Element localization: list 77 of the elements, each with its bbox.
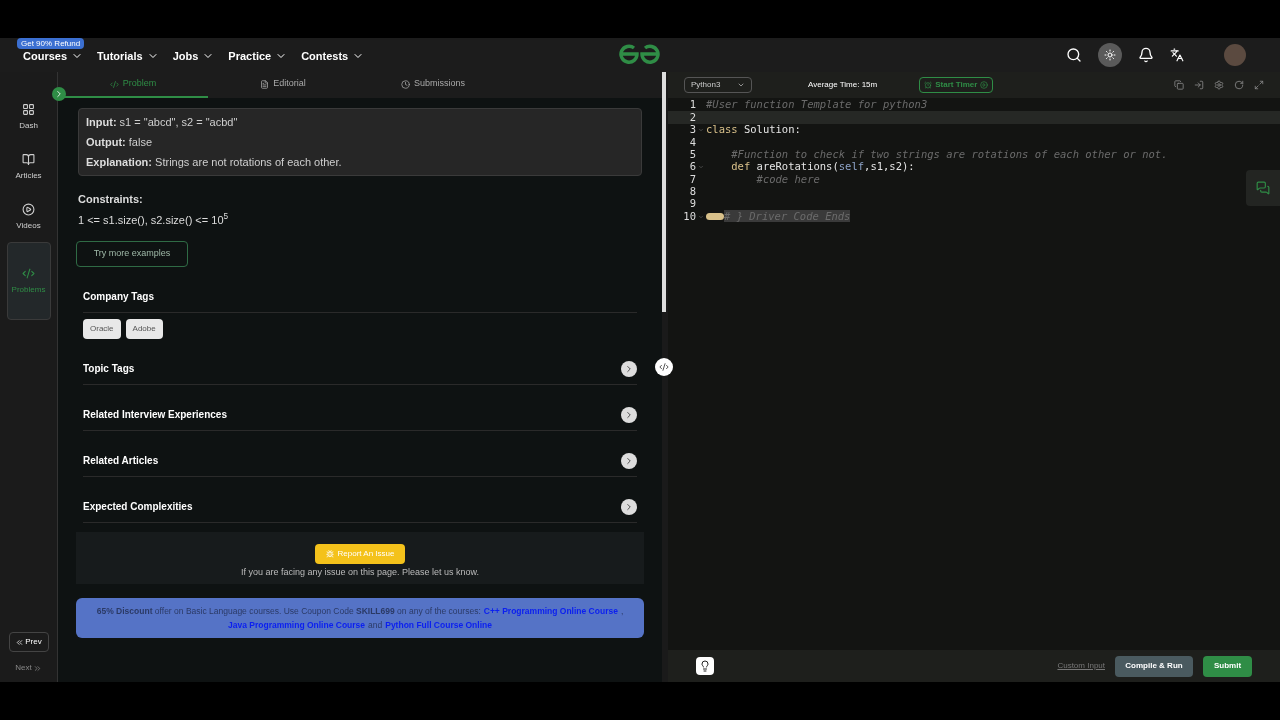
average-time: Average Time: 15m <box>808 79 878 91</box>
code-line: def areRotations(self,s1,s2): <box>730 160 915 175</box>
bell-icon[interactable] <box>1138 47 1154 63</box>
settings-icon[interactable] <box>1214 80 1224 90</box>
double-chevron-icon <box>32 663 42 673</box>
theme-toggle[interactable] <box>1098 43 1122 67</box>
compile-run-button[interactable]: Compile & Run <box>1115 655 1193 677</box>
sidebar-item[interactable]: Articles <box>6 142 51 192</box>
constraints-title: Constraints: <box>78 192 144 207</box>
code-icon <box>22 266 35 280</box>
sidebar-item[interactable]: Problems <box>6 242 51 320</box>
clock-icon <box>401 79 410 89</box>
alarm-clock-icon <box>924 81 933 89</box>
example-line: Input: s1 = "abcd", s2 = "acbd" <box>86 115 239 129</box>
line-number: 8 <box>688 184 696 199</box>
code-icon <box>659 362 669 372</box>
try-more-button[interactable]: Try more examples <box>76 241 188 267</box>
double-chevron-icon <box>15 637 25 647</box>
tab[interactable]: Problem <box>58 72 208 98</box>
refund-badge[interactable]: Get 90% Refund <box>17 38 85 49</box>
nav-menu[interactable]: Tutorials <box>97 47 159 65</box>
lightbulb-icon <box>699 660 711 672</box>
chat-button[interactable] <box>1246 170 1280 206</box>
accordion-header[interactable]: Topic Tags <box>83 357 637 385</box>
book-icon <box>22 152 35 166</box>
logo-icon[interactable] <box>618 44 661 65</box>
fold-marker-icon[interactable] <box>706 213 724 221</box>
promo-text: , <box>620 604 624 618</box>
copy-icon[interactable] <box>1174 80 1184 90</box>
play-icon <box>980 81 989 89</box>
promo-text: and <box>368 618 383 632</box>
chat-icon <box>1256 181 1270 195</box>
avatar[interactable] <box>1224 44 1246 66</box>
section-title: Company Tags <box>83 289 637 313</box>
caret-icon <box>737 81 745 89</box>
next-button[interactable]: Next <box>15 662 42 674</box>
sidebar-item[interactable]: Videos <box>6 192 51 242</box>
fullscreen-icon[interactable] <box>1254 80 1264 90</box>
hint-button[interactable] <box>696 657 714 675</box>
example-line: Output: false <box>86 135 153 149</box>
nav-menu[interactable]: Practice <box>228 47 288 65</box>
tab[interactable]: Submissions <box>358 72 508 98</box>
nav-menu[interactable]: Jobs <box>172 47 215 65</box>
company-tag[interactable]: Oracle <box>83 319 121 339</box>
code-line: #Function to check if two strings are rotations of each other or not. <box>730 146 1168 162</box>
accordion-header[interactable]: Related Interview Experiences <box>83 403 637 431</box>
example-line: Explanation: Strings are not rotations of each other. <box>86 155 343 169</box>
promo-text: 65% Discount offer on Basic Language courses. Use Coupon Code SKILL699 on any of the courses: <box>96 604 481 618</box>
code-line: #User function Template for python3 <box>706 97 928 113</box>
sun-icon <box>1104 49 1116 61</box>
dashboard-icon <box>22 102 35 116</box>
start-timer-button[interactable]: Start Timer <box>919 77 994 93</box>
nav-menu[interactable]: Contests <box>301 47 365 65</box>
expand-toggle[interactable] <box>52 87 66 101</box>
code-line: class Solution: <box>706 122 801 138</box>
search-icon[interactable] <box>1066 47 1082 63</box>
import-icon[interactable] <box>1194 80 1204 90</box>
chevron-icon <box>54 89 64 99</box>
submit-button[interactable]: Submit <box>1203 655 1252 677</box>
bug-icon <box>325 550 334 558</box>
prev-button[interactable]: Prev <box>8 632 49 652</box>
sidebar-item[interactable]: Dash <box>6 92 51 142</box>
translate-icon[interactable] <box>1170 48 1184 62</box>
company-tag[interactable]: Adobe <box>125 319 163 339</box>
play-icon <box>22 202 35 216</box>
report-text: If you are facing any issue on this page. Please let us know. <box>240 566 480 579</box>
language-select[interactable]: Python3 <box>684 77 752 93</box>
code-line: #code here <box>755 172 820 187</box>
code-icon <box>109 79 119 89</box>
nav-menu[interactable]: Courses <box>23 47 84 65</box>
custom-input-link[interactable]: Custom Input <box>1057 660 1105 672</box>
accordion-header[interactable]: Related Articles <box>83 449 637 477</box>
reset-icon[interactable] <box>1234 80 1244 90</box>
document-icon <box>260 79 270 89</box>
tab[interactable]: Editorial <box>208 72 358 98</box>
accordion-header[interactable]: Expected Complexities <box>83 495 637 523</box>
constraints-text: 1 <= s1.size(), s2.size() <= 10$^{5}$ <box>78 211 230 228</box>
